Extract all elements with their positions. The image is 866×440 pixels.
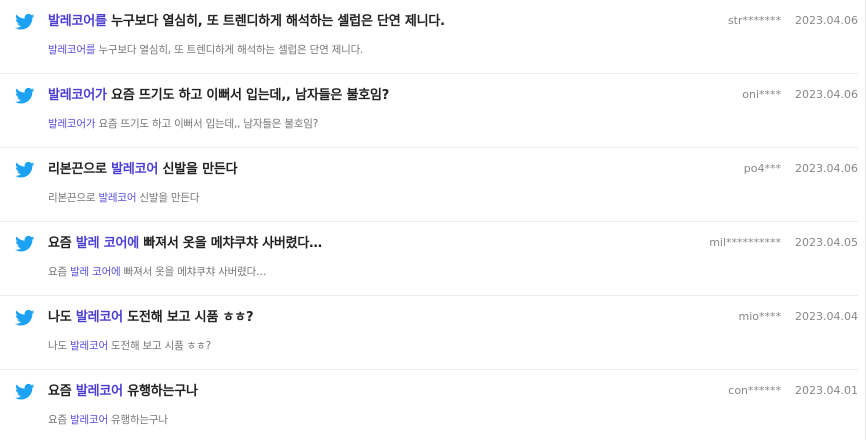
result-title[interactable]: 요즘 발레 코어에 빠져서 옷을 메챠쿠챠 사버렸다… <box>48 232 322 251</box>
result-meta: mio**** 2023.04.04 <box>739 310 859 323</box>
username: po4*** <box>743 162 782 175</box>
list-item[interactable]: 발레코어를 누구보다 열심히, 또 트렌디하게 해석하는 셀럽은 단연 제니다.… <box>0 0 858 74</box>
title-text-prefix: 요즘 <box>48 236 76 251</box>
twitter-bird-icon <box>14 308 36 326</box>
title-text-prefix: 리본끈으로 <box>48 162 112 177</box>
twitter-bird-icon <box>14 382 36 400</box>
keyword-highlight: 발레코어 <box>75 310 123 325</box>
snippet-text: 유행하는구나 <box>107 414 168 426</box>
username: str******* <box>727 14 782 27</box>
post-date: 2023.04.06 <box>795 162 858 175</box>
title-text: 도전해 보고 시품 ㅎㅎ? <box>122 310 254 325</box>
result-title[interactable]: 발레코어를 누구보다 열심히, 또 트렌디하게 해석하는 셀럽은 단연 제니다. <box>48 10 445 29</box>
keyword-highlight: 발레코어가 <box>48 88 107 103</box>
username: oni**** <box>742 88 782 101</box>
snippet-text: 도전해 보고 시품 ㅎㅎ? <box>107 340 211 352</box>
post-date: 2023.04.06 <box>795 88 858 101</box>
result-snippet: 리본끈으로 발레코어 신발을 만든다 <box>48 190 200 205</box>
twitter-bird-icon <box>14 160 36 178</box>
list-item[interactable]: 리본끈으로 발레코어 신발을 만든다 리본끈으로 발레코어 신발을 만든다 po… <box>0 148 858 222</box>
title-text: 빠져서 옷을 메챠쿠챠 사버렸다… <box>139 236 322 251</box>
post-date: 2023.04.06 <box>795 14 858 27</box>
result-meta: mil********** 2023.04.05 <box>709 236 858 249</box>
keyword-highlight: 발레코어 <box>75 384 123 399</box>
result-snippet: 요즘 발레 코어에 빠져서 옷을 메챠쿠챠 사버렸다… <box>48 264 267 279</box>
username: con****** <box>728 384 782 397</box>
result-snippet: 발레코어가 요즘 뜨기도 하고 이뻐서 입는데,, 남자들은 불호임? <box>48 116 318 131</box>
snippet-text: 빠져서 옷을 메챠쿠챠 사버렸다… <box>120 266 267 278</box>
title-text: 신발을 만든다 <box>158 162 238 177</box>
snippet-text-prefix: 리본끈으로 <box>48 192 99 204</box>
keyword-highlight: 발레코어 <box>111 162 159 177</box>
result-snippet: 발레코어를 누구보다 열심히, 또 트렌디하게 해석하는 셀럽은 단연 제니다. <box>48 42 363 57</box>
title-text-prefix: 요즘 <box>48 384 76 399</box>
result-meta: oni**** 2023.04.06 <box>742 88 858 101</box>
result-title[interactable]: 요즘 발레코어 유행하는구나 <box>48 380 198 399</box>
snippet-text-prefix: 나도 <box>48 340 71 352</box>
result-meta: po4*** 2023.04.06 <box>744 162 858 175</box>
snippet-text-prefix: 요즘 <box>48 266 71 278</box>
snippet-text: 누구보다 열심히, 또 트렌디하게 해석하는 셀럽은 단연 제니다. <box>95 44 364 56</box>
result-meta: str******* 2023.04.06 <box>728 14 858 27</box>
snippet-text: 신발을 만든다 <box>136 192 200 204</box>
twitter-bird-icon <box>14 12 36 30</box>
list-item[interactable]: 요즘 발레 코어에 빠져서 옷을 메챠쿠챠 사버렸다… 요즘 발레 코어에 빠져… <box>0 222 858 296</box>
keyword-highlight: 발레코어 <box>98 192 137 204</box>
result-snippet: 나도 발레코어 도전해 보고 시품 ㅎㅎ? <box>48 338 211 353</box>
result-title[interactable]: 리본끈으로 발레코어 신발을 만든다 <box>48 158 238 177</box>
keyword-highlight: 발레코어 <box>70 414 108 426</box>
keyword-highlight: 발레코어를 <box>48 14 107 29</box>
result-meta: con****** 2023.04.01 <box>728 384 858 397</box>
result-title[interactable]: 나도 발레코어 도전해 보고 시품 ㅎㅎ? <box>48 306 254 325</box>
keyword-highlight: 발레 코어에 <box>75 236 139 251</box>
result-snippet: 요즘 발레코어 유행하는구나 <box>48 412 168 427</box>
twitter-bird-icon <box>14 234 36 252</box>
list-item[interactable]: 나도 발레코어 도전해 보고 시품 ㅎㅎ? 나도 발레코어 도전해 보고 시품 … <box>0 296 858 370</box>
title-text: 누구보다 열심히, 또 트렌디하게 해석하는 셀럽은 단연 제니다. <box>106 14 445 29</box>
result-title[interactable]: 발레코어가 요즘 뜨기도 하고 이뻐서 입는데,, 남자들은 불호임? <box>48 84 389 103</box>
post-date: 2023.04.01 <box>795 384 858 397</box>
snippet-text-prefix: 요즘 <box>48 414 71 426</box>
post-date: 2023.04.05 <box>795 236 858 249</box>
twitter-results-list: 발레코어를 누구보다 열심히, 또 트렌디하게 해석하는 셀럽은 단연 제니다.… <box>0 0 866 440</box>
username: mil********** <box>709 236 782 249</box>
keyword-highlight: 발레코어를 <box>48 44 96 56</box>
username: mio**** <box>738 310 782 323</box>
post-date: 2023.04.04 <box>795 310 858 323</box>
list-item[interactable]: 발레코어가 요즘 뜨기도 하고 이뻐서 입는데,, 남자들은 불호임? 발레코어… <box>0 74 858 148</box>
title-text: 유행하는구나 <box>122 384 198 399</box>
twitter-bird-icon <box>14 86 36 104</box>
snippet-text: 요즘 뜨기도 하고 이뻐서 입는데,, 남자들은 불호임? <box>95 118 319 130</box>
keyword-highlight: 발레 코어에 <box>70 266 121 278</box>
keyword-highlight: 발레코어 <box>70 340 108 352</box>
list-item[interactable]: 요즘 발레코어 유행하는구나 요즘 발레코어 유행하는구나 con****** 2… <box>0 370 858 440</box>
title-text-prefix: 나도 <box>48 310 76 325</box>
title-text: 요즘 뜨기도 하고 이뻐서 입는데,, 남자들은 불호임? <box>106 88 390 103</box>
keyword-highlight: 발레코어가 <box>48 118 96 130</box>
